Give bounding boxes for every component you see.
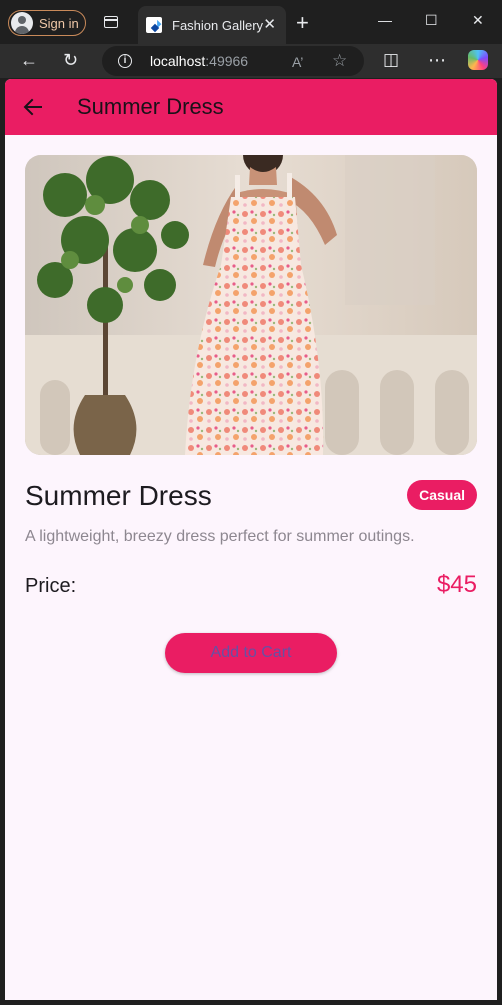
browser-toolbar: ← ↻ i localhost:49966 A’ ☆ ◫ ⋯ (0, 44, 502, 78)
tab-actions-icon[interactable] (104, 16, 118, 28)
minimize-icon[interactable]: — (378, 12, 392, 28)
browser-back-icon[interactable]: ← (20, 50, 38, 70)
window-close-icon[interactable]: ✕ (472, 12, 484, 29)
copilot-icon[interactable] (468, 50, 488, 70)
product-description: A lightweight, breezy dress perfect for … (25, 528, 415, 545)
add-to-cart-button[interactable]: Add to Cart (165, 633, 337, 673)
refresh-icon[interactable]: ↻ (63, 50, 78, 70)
page-title: Summer Dress (77, 94, 224, 119)
tab-close-icon[interactable]: ✕ (263, 17, 276, 33)
product-image (25, 155, 477, 455)
flutter-favicon-icon (146, 17, 162, 33)
tab-title: Fashion Gallery (172, 17, 264, 33)
sign-in-label: Sign in (39, 15, 79, 31)
price-label: Price: (25, 575, 77, 597)
profile-avatar-icon (11, 12, 33, 34)
url-host: localhost (150, 53, 206, 69)
tab-strip: Sign in Fashion Gallery ✕ + — ☐ ✕ (0, 0, 502, 44)
address-bar[interactable]: i localhost:49966 A’ ☆ (102, 46, 364, 76)
app-bar: Summer Dress (5, 79, 497, 135)
sign-in-button[interactable]: Sign in (8, 10, 86, 36)
tab-fashion-gallery[interactable]: Fashion Gallery ✕ (138, 6, 286, 44)
category-badge: Casual (407, 480, 477, 510)
browser-window: Sign in Fashion Gallery ✕ + — ☐ ✕ ← ↻ i … (0, 0, 502, 1005)
price-value: $45 (436, 571, 477, 598)
split-screen-icon[interactable]: ◫ (383, 50, 399, 70)
new-tab-button[interactable]: + (296, 12, 309, 34)
read-aloud-icon[interactable]: A’ (292, 54, 303, 70)
more-menu-icon[interactable]: ⋯ (428, 50, 446, 70)
site-info-icon[interactable]: i (118, 54, 132, 68)
url-port: :49966 (205, 53, 249, 69)
summer-dress-photo (25, 155, 477, 455)
back-arrow-icon[interactable] (23, 97, 43, 117)
page-viewport: Summer Dress Summer Dress Casual A light… (5, 79, 497, 1000)
maximize-icon[interactable]: ☐ (425, 12, 438, 29)
product-name: Summer Dress (25, 480, 212, 511)
favorite-star-icon[interactable]: ☆ (332, 51, 347, 71)
